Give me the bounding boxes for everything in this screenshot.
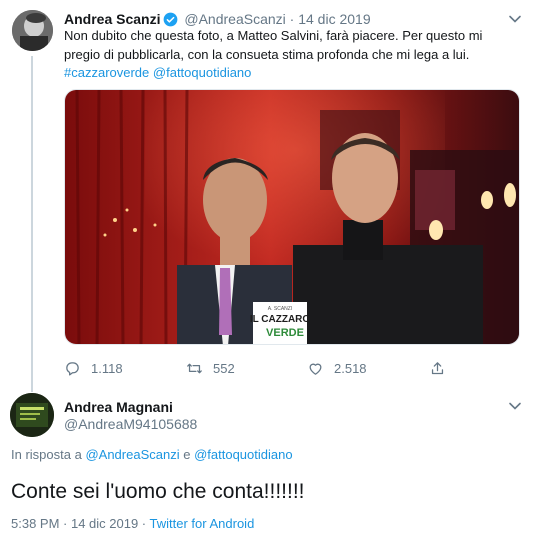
author-handle[interactable]: @AndreaScanzi	[184, 11, 285, 27]
in-reply-prefix: In risposta a	[11, 447, 82, 462]
reply-meta: 5:38 PM · 14 dic 2019 · Twitter for Andr…	[11, 516, 254, 531]
tweet-date[interactable]: 14 dic 2019	[298, 11, 370, 27]
reply-timestamp[interactable]: 5:38 PM · 14 dic 2019 ·	[11, 516, 146, 531]
book-title-text-2: VERDE	[266, 327, 304, 339]
share-action[interactable]	[429, 358, 456, 378]
mention-link[interactable]: @fattoquotidiano	[153, 65, 252, 80]
tweet-actions: 1.118 552 2.518	[64, 358, 464, 378]
reply-author-avatar[interactable]	[10, 393, 54, 437]
retweet-icon	[187, 363, 202, 373]
studio-photo: A. SCANZI IL CAZZARO VERDE	[65, 90, 519, 344]
avatar-photo	[12, 10, 53, 51]
hashtag-link[interactable]: #cazzaroverde	[64, 65, 149, 80]
dot-separator: ·	[289, 11, 295, 27]
reply-mention-link[interactable]: @AndreaScanzi	[85, 447, 179, 462]
tweet-text-line: pregio di pubblicarla, con la consueta s…	[64, 46, 470, 62]
chevron-down-icon[interactable]	[508, 399, 522, 413]
reply-icon	[66, 361, 79, 376]
share-icon	[431, 361, 444, 374]
reply-author-handle[interactable]: @AndreaM94105688	[64, 416, 197, 432]
in-reply-to: In risposta a @AndreaScanzi e @fattoquot…	[11, 447, 293, 462]
reply-source-link[interactable]: Twitter for Android	[150, 516, 255, 531]
reply-text: Conte sei l'uomo che conta!!!!!!!	[11, 480, 305, 503]
tweet-text: Non dubito che questa foto, a Matteo Sal…	[64, 27, 524, 83]
tweet-reply[interactable]: Andrea Magnani @AndreaM94105688 In rispo…	[0, 385, 534, 544]
reply-action[interactable]: 1.118	[64, 358, 123, 378]
reply-count: 1.118	[91, 360, 123, 376]
chevron-down-icon[interactable]	[508, 12, 522, 26]
in-reply-and: e	[183, 447, 191, 462]
verified-badge-icon	[164, 12, 178, 27]
avatar-photo	[10, 393, 54, 437]
like-count: 2.518	[334, 360, 367, 376]
tweet-text-line: Non dubito che questa foto, a Matteo Sal…	[64, 28, 483, 43]
like-action[interactable]: 2.518	[307, 358, 367, 378]
book-author-text: A. SCANZI	[268, 306, 292, 312]
author-name[interactable]: Andrea Scanzi	[64, 11, 160, 27]
heart-icon	[309, 363, 322, 375]
tweet-header: Andrea Scanzi @AndreaScanzi · 14 dic 201…	[64, 10, 371, 28]
thread-line	[31, 56, 33, 392]
reply-mention-link[interactable]: @fattoquotidiano	[194, 447, 293, 462]
book-title-text-1: IL CAZZARO	[250, 314, 311, 325]
reply-author-name[interactable]: Andrea Magnani	[64, 399, 173, 415]
tweet-original[interactable]: Andrea Scanzi @AndreaScanzi · 14 dic 201…	[0, 0, 534, 392]
retweet-action[interactable]: 552	[186, 358, 235, 378]
tweet-photo[interactable]: A. SCANZI IL CAZZARO VERDE	[64, 89, 520, 345]
retweet-count: 552	[213, 360, 235, 376]
author-avatar[interactable]	[12, 10, 53, 51]
